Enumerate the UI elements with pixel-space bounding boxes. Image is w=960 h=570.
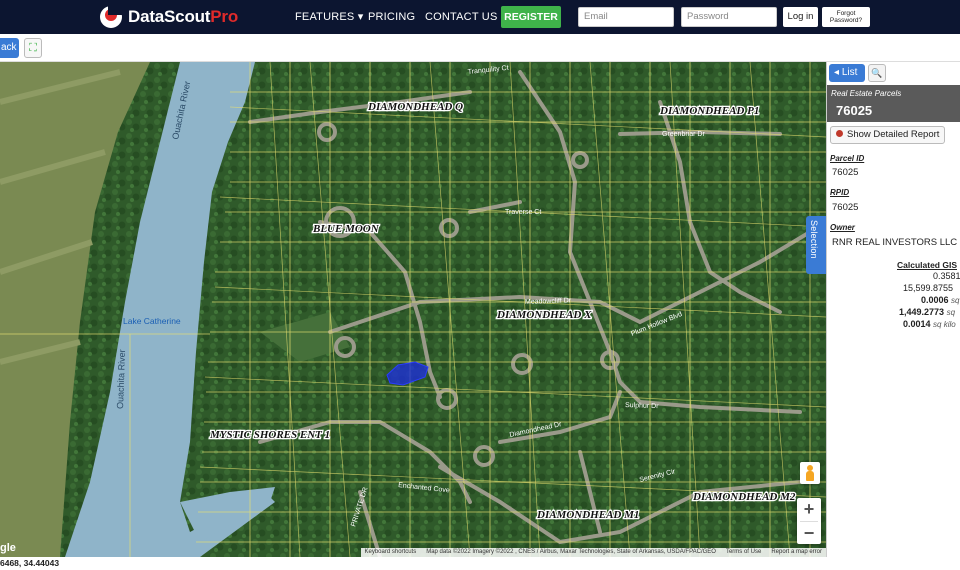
field-label-owner: Owner: [830, 223, 855, 232]
search-icon[interactable]: 🔍: [868, 64, 886, 82]
nav-pricing[interactable]: PRICING: [368, 0, 415, 34]
label-diamondhead-x: DIAMONDHEAD X: [496, 309, 592, 321]
parcel-header: Real Estate Parcels 76025: [827, 85, 960, 122]
nav-contact-us[interactable]: CONTACT US: [425, 0, 498, 34]
street-traverse: Traverse Ct: [505, 209, 541, 216]
zoom-out-button[interactable]: −: [797, 522, 821, 545]
fullscreen-icon[interactable]: ⛶: [24, 38, 42, 58]
calc-row: 0.3581: [933, 271, 960, 281]
show-detailed-report-button[interactable]: Show Detailed Report: [830, 126, 945, 144]
label-lake-catherine: Lake Catherine: [123, 316, 181, 326]
logo-text: DataScout: [128, 7, 211, 26]
label-diamondhead-p1: DIAMONDHEAD P1: [659, 105, 759, 117]
terms-link[interactable]: Terms of Use: [726, 548, 761, 557]
calc-row: 1,449.2773 sq: [899, 307, 956, 317]
street-sulphur: Sulphur Dr: [625, 402, 659, 410]
calc-row: 0.0006 sq: [921, 295, 960, 305]
report-error-link[interactable]: Report a map error: [771, 548, 822, 557]
calculated-gis-heading: Calculated GIS: [897, 260, 957, 270]
zoom-in-button[interactable]: +: [797, 498, 821, 521]
top-navigation-bar: DataScoutPro FEATURES ▾ PRICING CONTACT …: [0, 0, 960, 34]
label-ouachita-river-2: Ouachita River: [115, 349, 127, 409]
selection-tab[interactable]: Selection: [806, 216, 826, 274]
parcel-title: 76025: [836, 103, 873, 118]
label-diamondhead-q: DIAMONDHEAD Q: [367, 101, 463, 113]
field-value-owner: RNR REAL INVESTORS LLC: [832, 237, 958, 248]
field-label-rpid: RPID: [830, 188, 850, 197]
login-button[interactable]: Log in: [783, 7, 818, 27]
register-button[interactable]: REGISTER: [501, 6, 561, 28]
logo-text-accent: Pro: [210, 7, 239, 26]
keyboard-shortcuts-link[interactable]: Keyboard shortcuts: [365, 548, 417, 557]
nav-features[interactable]: FEATURES ▾: [295, 0, 363, 34]
back-button[interactable]: ack: [0, 38, 19, 58]
street-greenbriar: Greenbriar Dr: [662, 131, 705, 138]
satellite-map[interactable]: DIAMONDHEAD Q DIAMONDHEAD P1 BLUE MOON D…: [0, 62, 826, 557]
label-mystic-shores: MYSTIC SHORES ENT 1: [209, 429, 330, 441]
forgot-password-button[interactable]: Forgot Password?: [822, 7, 870, 27]
map-toolbar: ack ⛶: [0, 34, 960, 62]
label-diamondhead-m2: DIAMONDHEAD M2: [692, 491, 796, 503]
map-data-text: Map data ©2022 Imagery ©2022 , CNES / Ai…: [426, 549, 716, 555]
field-value-parcel-id: 76025: [832, 167, 859, 178]
report-icon: [836, 130, 843, 137]
parcel-category: Real Estate Parcels: [831, 89, 902, 98]
street-view-pegman-icon[interactable]: [800, 462, 820, 484]
password-field[interactable]: Password: [681, 7, 777, 27]
map-attribution: Keyboard shortcuts Map data ©2022 Imager…: [360, 548, 826, 557]
field-label-parcel-id: Parcel ID: [830, 154, 865, 163]
map-canvas: DIAMONDHEAD Q DIAMONDHEAD P1 BLUE MOON D…: [0, 62, 826, 557]
logo-icon: [100, 6, 124, 28]
label-blue-moon: BLUE MOON: [312, 223, 380, 235]
report-button-label: Show Detailed Report: [847, 129, 940, 140]
zoom-control: + −: [797, 498, 821, 544]
forgot-label-line2: Password?: [829, 17, 863, 24]
google-logo: gle: [0, 542, 16, 554]
coordinates-readout: 6468, 34.44043: [0, 557, 960, 570]
label-diamondhead-m1: DIAMONDHEAD M1: [536, 509, 639, 521]
parcel-info-panel: ◂ List 🔍 Real Estate Parcels 76025 Show …: [826, 62, 960, 557]
logo[interactable]: DataScoutPro: [100, 6, 238, 28]
forgot-label-line1: Forgot: [836, 10, 856, 17]
list-button-label: List: [841, 67, 858, 78]
calc-row: 0.0014 sq kilo: [903, 319, 956, 329]
calc-row: 15,599.8755: [903, 283, 954, 293]
email-field[interactable]: Email: [578, 7, 674, 27]
field-value-rpid: 76025: [832, 202, 859, 213]
selection-tab-label: Selection: [809, 220, 819, 259]
list-button[interactable]: ◂ List: [829, 64, 865, 82]
